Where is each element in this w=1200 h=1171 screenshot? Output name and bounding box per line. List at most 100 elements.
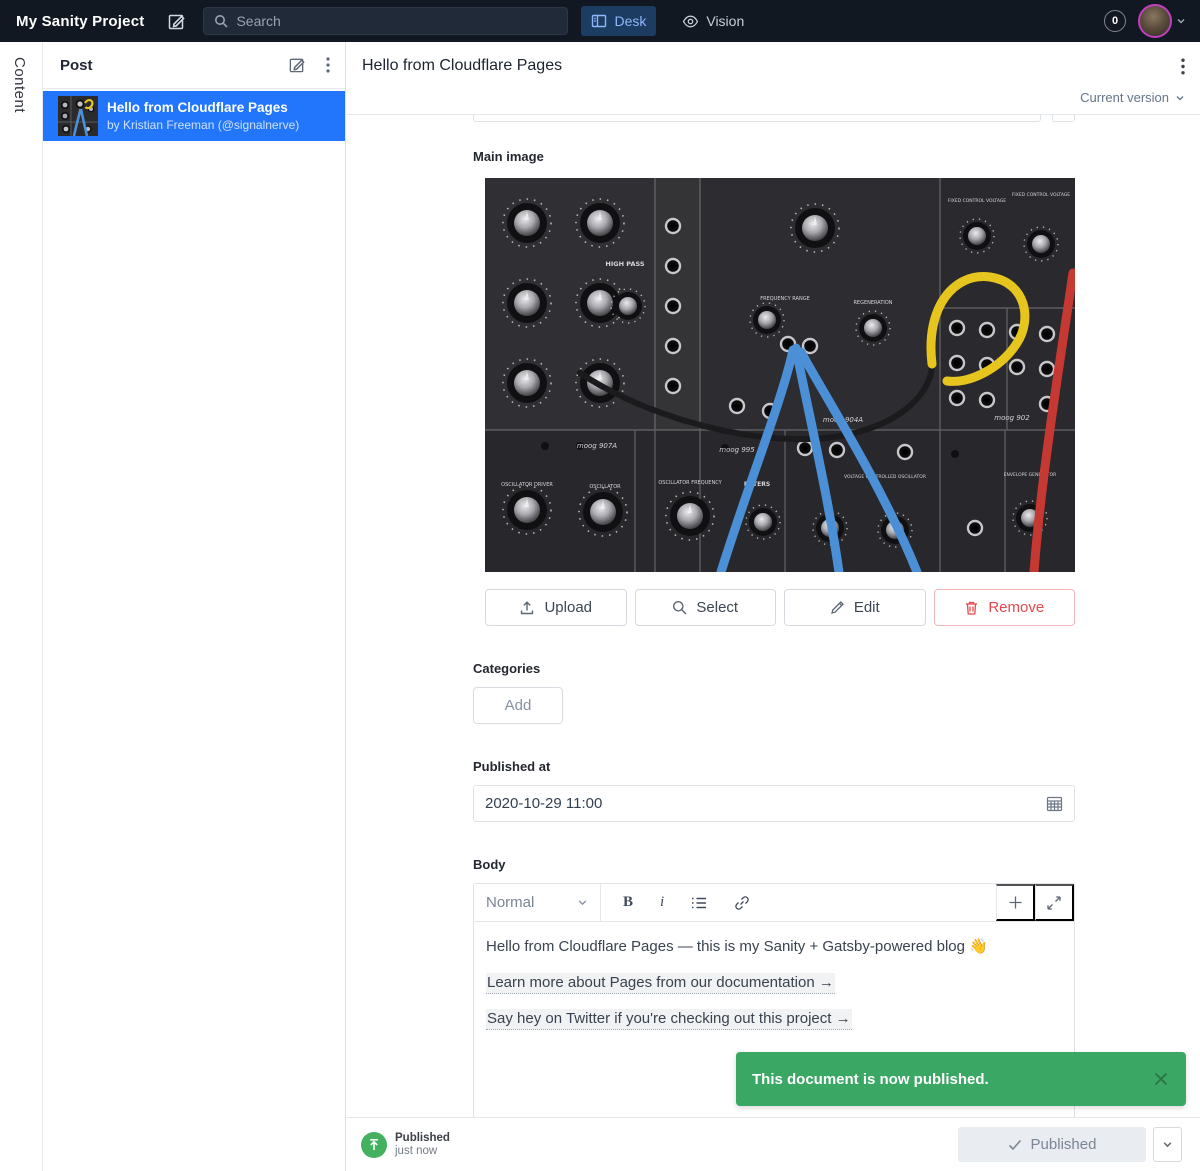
publish-status-label: Published: [395, 1132, 450, 1144]
close-icon: [1152, 1070, 1170, 1088]
svg-text:REGENERATION: REGENERATION: [853, 300, 892, 306]
svg-text:VOLTAGE CONTROLLED OSCILLATOR: VOLTAGE CONTROLLED OSCILLATOR: [844, 474, 926, 480]
upload-label: Upload: [544, 599, 592, 616]
svg-text:moog 995: moog 995: [719, 446, 755, 454]
avatar-chevron-down-icon[interactable]: [1176, 16, 1186, 26]
trash-icon: [964, 600, 979, 616]
top-navbar: My Sanity Project: [0, 0, 1200, 42]
select-label: Select: [696, 599, 738, 616]
pane-menu-button[interactable]: [324, 55, 332, 75]
kebab-menu-icon: [1181, 58, 1185, 75]
style-select[interactable]: Normal: [474, 884, 601, 921]
toast-close-button[interactable]: [1152, 1070, 1170, 1088]
bold-button[interactable]: B: [623, 894, 633, 911]
document-menu-button[interactable]: [1179, 56, 1187, 77]
document-title: Hello from Cloudflare Pages: [362, 57, 562, 75]
style-select-value: Normal: [486, 894, 534, 911]
content-rail: Content: [0, 42, 43, 1171]
list-item[interactable]: Hello from Cloudflare Pages by Kristian …: [43, 91, 345, 141]
version-label: Current version: [1080, 90, 1169, 105]
calendar-icon[interactable]: [1046, 795, 1063, 812]
avatar[interactable]: [1138, 4, 1172, 38]
main-image-photo[interactable]: HIGH PASS FREQUENCY RANGE REGENERATION F…: [485, 178, 1075, 572]
document-list: Hello from Cloudflare Pages by Kristian …: [43, 91, 345, 141]
project-title: My Sanity Project: [16, 13, 144, 30]
link-icon: [734, 895, 750, 911]
post-list-pane: Post: [43, 42, 346, 1171]
select-button[interactable]: Select: [635, 589, 777, 626]
body-link[interactable]: Say hey on Twitter if you're checking ou…: [486, 1009, 852, 1030]
svg-text:HIGH PASS: HIGH PASS: [605, 260, 644, 268]
svg-text:FIXED CONTROL VOLTAGE: FIXED CONTROL VOLTAGE: [948, 198, 1006, 204]
svg-text:moog 902: moog 902: [994, 414, 1030, 422]
svg-text:moog 907A: moog 907A: [577, 442, 617, 450]
body-link[interactable]: Learn more about Pages from our document…: [486, 973, 835, 994]
published-at-field: [473, 785, 1075, 822]
document-header: Hello from Cloudflare Pages Current vers…: [347, 42, 1200, 115]
tab-desk[interactable]: Desk: [581, 6, 656, 36]
insert-block-button[interactable]: [996, 884, 1035, 921]
version-selector[interactable]: Current version: [1080, 90, 1185, 105]
pane-header: Post: [43, 42, 345, 89]
editor-content[interactable]: Hello from Cloudflare Pages — this is my…: [474, 922, 1074, 1060]
publish-button[interactable]: Published: [958, 1127, 1146, 1162]
format-buttons: B i: [601, 884, 996, 921]
list-item-subtitle: by Kristian Freeman (@signalnerve): [107, 118, 299, 132]
link-button[interactable]: [734, 895, 750, 911]
pane-title: Post: [60, 57, 93, 74]
bullet-list-icon: [691, 896, 707, 910]
vision-icon: [682, 13, 699, 30]
search-icon: [672, 600, 687, 615]
remove-button[interactable]: Remove: [934, 589, 1076, 626]
italic-button[interactable]: i: [660, 894, 664, 911]
document-footer: Published just now Published: [347, 1117, 1200, 1171]
edit-button[interactable]: Edit: [784, 589, 926, 626]
content-rail-label[interactable]: Content: [11, 57, 28, 113]
check-icon: [1008, 1139, 1022, 1151]
document-form: Main image: [473, 115, 1075, 1117]
add-category-button[interactable]: Add: [473, 687, 563, 724]
document-pane: Hello from Cloudflare Pages Current vers…: [347, 42, 1200, 1171]
upload-icon: [519, 600, 535, 616]
publish-status: Published just now: [395, 1132, 450, 1157]
tab-vision[interactable]: Vision: [672, 6, 754, 36]
categories-label: Categories: [473, 661, 1075, 676]
clipped-input[interactable]: [473, 115, 1041, 122]
clipped-input-button[interactable]: [1052, 115, 1075, 122]
document-form-scroll[interactable]: Main image: [347, 115, 1200, 1117]
chevron-down-icon: [1162, 1139, 1173, 1150]
chevron-down-icon: [1175, 93, 1185, 103]
pencil-icon: [830, 600, 845, 615]
toast-notification: This document is now published.: [736, 1052, 1186, 1106]
published-at-input[interactable]: [485, 795, 1046, 812]
image-actions: Upload Select: [485, 589, 1075, 626]
upload-button[interactable]: Upload: [485, 589, 627, 626]
list-item-meta: Hello from Cloudflare Pages by Kristian …: [107, 100, 299, 132]
fullscreen-button[interactable]: [1035, 884, 1074, 921]
svg-text:FIXED CONTROL VOLTAGE: FIXED CONTROL VOLTAGE: [1012, 192, 1070, 198]
list-item-title: Hello from Cloudflare Pages: [107, 100, 299, 115]
new-document-button[interactable]: [286, 54, 308, 76]
footer-actions: Published: [958, 1127, 1182, 1162]
svg-text:OSCILLATOR FREQUENCY: OSCILLATOR FREQUENCY: [658, 480, 722, 486]
vision-label: Vision: [706, 13, 744, 29]
search-bar[interactable]: [203, 7, 568, 35]
compose-icon: [167, 12, 186, 31]
bullet-list-button[interactable]: [691, 896, 707, 910]
remove-label: Remove: [988, 599, 1044, 616]
published-at-label: Published at: [473, 759, 1075, 774]
navbar-right: 0: [1104, 4, 1186, 38]
svg-text:FREQUENCY RANGE: FREQUENCY RANGE: [760, 296, 810, 302]
compose-button[interactable]: [162, 7, 190, 35]
svg-text:OSCILLATOR: OSCILLATOR: [589, 484, 621, 490]
body-label: Body: [473, 857, 1075, 872]
desk-label: Desk: [614, 13, 646, 29]
body-paragraph[interactable]: Hello from Cloudflare Pages — this is my…: [486, 937, 1062, 957]
search-input[interactable]: [236, 13, 557, 29]
expand-icon: [1047, 896, 1061, 910]
notification-badge[interactable]: 0: [1104, 10, 1126, 32]
sanity-studio: My Sanity Project: [0, 0, 1200, 1171]
toast-message: This document is now published.: [752, 1071, 989, 1088]
clipped-field: [473, 115, 1075, 122]
publish-menu-button[interactable]: [1153, 1127, 1182, 1162]
